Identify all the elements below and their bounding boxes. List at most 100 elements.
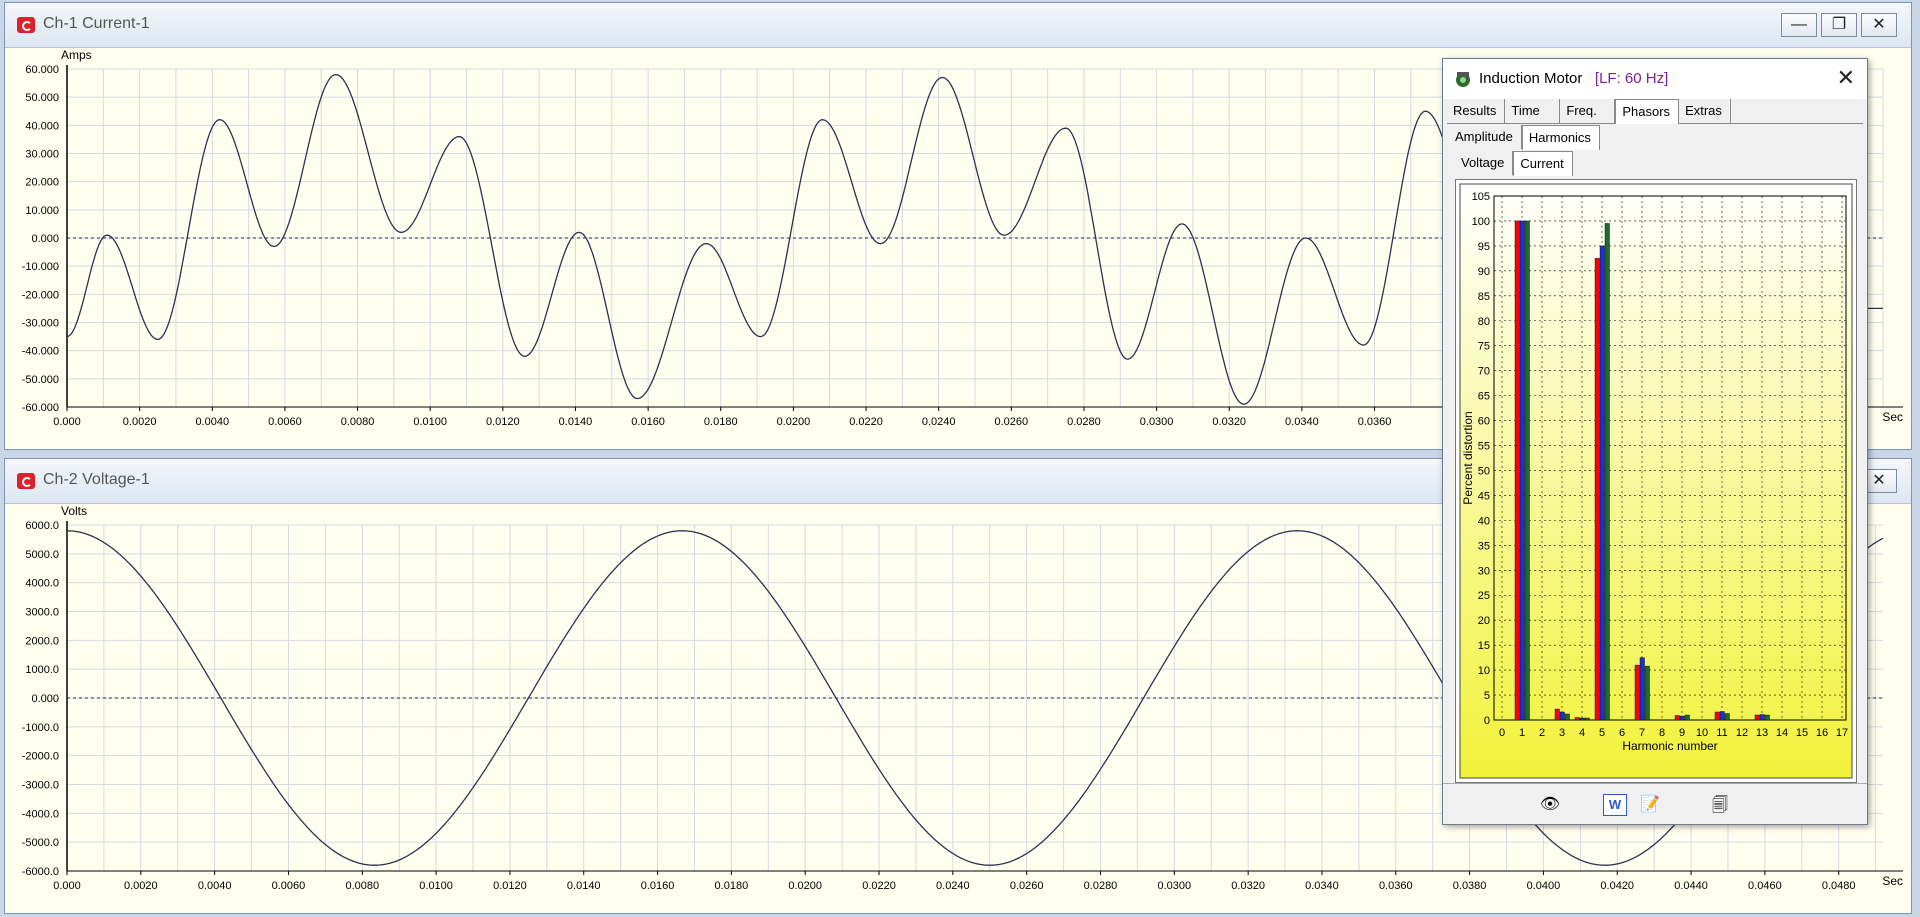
y-tick-label: 30.000: [25, 149, 59, 161]
harmonic-bar: [1759, 714, 1765, 721]
harmonics-chart[interactable]: 0510152025303540455055606570758085909510…: [1456, 180, 1856, 782]
y-tick-label: 60: [1478, 416, 1490, 428]
x-tick-label: 0.0080: [345, 880, 379, 892]
minimize-button[interactable]: —: [1781, 13, 1817, 37]
restore-button[interactable]: ❐: [1821, 13, 1857, 37]
y-unit-label: Volts: [61, 504, 87, 518]
eye-icon[interactable]: 👁: [1539, 794, 1561, 814]
harmonic-bar: [1724, 713, 1730, 721]
tab-results[interactable]: Results: [1447, 99, 1506, 123]
voltage-window-title: Ch-2 Voltage-1: [43, 471, 150, 488]
y-tick-label: 45: [1478, 490, 1490, 502]
harmonic-bar: [1519, 220, 1525, 721]
x-tick-label: 0.0120: [493, 880, 527, 892]
current-window-titlebar[interactable]: Ch-1 Current-1 — ❐ ✕: [5, 3, 1911, 48]
y-tick-label: 105: [1472, 191, 1490, 203]
y-tick-label: -10.000: [22, 261, 59, 273]
x-unit-label: Sec: [1882, 874, 1903, 888]
tab-time[interactable]: Time: [1505, 99, 1561, 123]
x-tick-label: 0.0100: [419, 880, 453, 892]
panel-toolbar: 👁 W 📝 🗐: [1443, 783, 1867, 824]
harmonic-bar: [1554, 708, 1560, 721]
y-tick-label: 55: [1478, 441, 1490, 453]
y-tick-label: -5000.0: [22, 837, 59, 849]
harmonic-bar: [1599, 245, 1605, 721]
x-tick-label: 0.0040: [198, 880, 232, 892]
x-tick-label: 0.0120: [486, 416, 520, 428]
x-tick-label: 4: [1579, 727, 1585, 739]
tab-current[interactable]: Current: [1513, 151, 1573, 176]
x-tick-label: 12: [1736, 727, 1748, 739]
x-tick-label: 17: [1836, 727, 1848, 739]
x-tick-label: 0.0440: [1674, 880, 1708, 892]
y-tick-label: 0.000: [31, 693, 59, 705]
tab-amplitude[interactable]: Amplitude: [1449, 125, 1522, 149]
x-tick-label: 0.0180: [704, 416, 738, 428]
y-tick-label: -2000.0: [22, 751, 59, 763]
x-tick-label: 0.0420: [1600, 880, 1634, 892]
y-tick-label: -30.000: [22, 318, 59, 330]
x-tick-label: 7: [1639, 727, 1645, 739]
harmonics-chart-frame: 0 5 10 15 20 25 30 35 40 45 50 55 60 65 70 75 80 85 90 95 10…: [1455, 179, 1857, 783]
harmonic-bar: [1524, 220, 1530, 721]
harmonic-bar: [1594, 258, 1600, 721]
y-tick-label: 5000.0: [25, 549, 59, 561]
x-tick-label: 15: [1796, 727, 1808, 739]
y-tick-label: 15: [1478, 640, 1490, 652]
close-button[interactable]: ✕: [1861, 13, 1897, 37]
panel-titlebar[interactable]: Induction Motor [LF: 60 Hz] ✕: [1443, 59, 1867, 99]
y-unit-label: Amps: [61, 48, 92, 62]
x-tick-label: 0.0360: [1379, 880, 1413, 892]
x-tick-label: 0.0160: [631, 416, 665, 428]
y-tick-label: -50.000: [22, 374, 59, 386]
harmonic-bar: [1574, 717, 1580, 721]
y-tick-label: 10.000: [25, 205, 59, 217]
harmonic-bar: [1679, 715, 1685, 721]
harmonic-bar: [1754, 714, 1760, 721]
x-tick-label: 0.0260: [1010, 880, 1044, 892]
panel-close-button[interactable]: ✕: [1837, 65, 1855, 91]
x-tick-label: 6: [1619, 727, 1625, 739]
y-tick-label: 85: [1478, 291, 1490, 303]
tab-extras[interactable]: Extras: [1679, 99, 1731, 123]
y-tick-label: 40.000: [25, 120, 59, 132]
x-tick-label: 0.0320: [1231, 880, 1265, 892]
harmonic-bar: [1639, 657, 1645, 721]
y-tick-label: 20.000: [25, 177, 59, 189]
x-tick-label: 0.0020: [123, 416, 157, 428]
harmonic-bar: [1719, 711, 1725, 721]
harmonic-bar: [1714, 711, 1720, 721]
report-icon[interactable]: 📝: [1639, 794, 1661, 814]
x-tick-label: 0: [1499, 727, 1505, 739]
x-tick-label: 16: [1816, 727, 1828, 739]
tab-voltage[interactable]: Voltage: [1455, 151, 1514, 175]
harmonic-bar: [1514, 220, 1520, 721]
x-tick-label: 10: [1696, 727, 1708, 739]
word-export-icon[interactable]: W: [1603, 794, 1627, 816]
y-tick-label: 70: [1478, 366, 1490, 378]
harmonic-bar: [1579, 717, 1585, 721]
tab-phasors[interactable]: Phasors: [1615, 99, 1680, 124]
x-tick-label: 0.0160: [641, 880, 675, 892]
y-tick-label: 4000.0: [25, 578, 59, 590]
x-tick-label: 0.0100: [413, 416, 447, 428]
harmonic-bar: [1684, 714, 1690, 721]
harmonic-bar: [1764, 714, 1770, 721]
y-tick-label: 80: [1478, 316, 1490, 328]
y-tick-label: 10: [1478, 665, 1490, 677]
x-tick-label: 0.0140: [567, 880, 601, 892]
x-tick-label: 2: [1539, 727, 1545, 739]
y-tick-label: 50.000: [25, 92, 59, 104]
y-tick-label: 0.000: [31, 233, 59, 245]
x-tick-label: 0.0060: [268, 416, 302, 428]
y-tick-label: 100: [1472, 216, 1490, 228]
x-tick-label: 0.0380: [1453, 880, 1487, 892]
x-tick-label: 0.0020: [124, 880, 158, 892]
tab-freq[interactable]: Freq.: [1560, 99, 1616, 123]
x-tick-label: 11: [1716, 727, 1727, 739]
y-tick-label: 95: [1478, 241, 1490, 253]
harmonic-bar: [1644, 665, 1650, 721]
y-tick-label: 25: [1478, 590, 1490, 602]
tab-harmonics[interactable]: Harmonics: [1521, 125, 1600, 150]
copy-icon[interactable]: 🗐: [1709, 794, 1731, 814]
